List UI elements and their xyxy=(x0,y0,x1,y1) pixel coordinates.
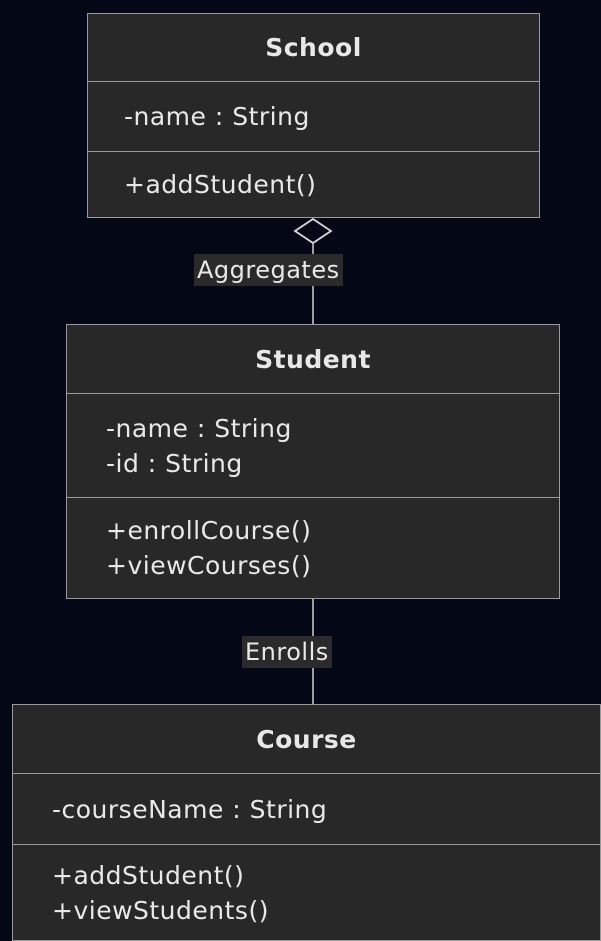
relation-label-enrolls: Enrolls xyxy=(242,636,332,668)
class-school[interactable]: School -name : String +addStudent() xyxy=(87,13,540,218)
attribute-item: -id : String xyxy=(106,448,243,478)
class-student-title: Student xyxy=(67,325,559,394)
attribute-item: -courseName : String xyxy=(52,794,328,824)
method-item: +addStudent() xyxy=(52,860,245,890)
attribute-item: -name : String xyxy=(124,102,310,131)
method-item: +viewCourses() xyxy=(106,551,312,580)
class-school-methods: +addStudent() xyxy=(88,151,539,217)
class-school-attributes: -name : String xyxy=(88,82,539,151)
method-item: +enrollCourse() xyxy=(106,516,312,545)
relation-label-aggregates: Aggregates xyxy=(194,254,343,286)
class-student[interactable]: Student -name : String -id : String +enr… xyxy=(66,324,560,599)
aggregation-diamond xyxy=(293,217,333,245)
class-diagram: School -name : String +addStudent() Aggr… xyxy=(0,0,601,941)
class-course[interactable]: Course -courseName : String +addStudent(… xyxy=(12,704,601,941)
class-course-attributes: -courseName : String xyxy=(13,774,600,844)
class-student-attributes: -name : String -id : String xyxy=(67,394,559,497)
method-item: +addStudent() xyxy=(124,170,317,199)
method-item: +viewStudents() xyxy=(52,895,269,925)
class-student-methods: +enrollCourse() +viewCourses() xyxy=(67,497,559,598)
attribute-item: -name : String xyxy=(106,413,292,443)
class-school-title: School xyxy=(88,14,539,82)
class-course-methods: +addStudent() +viewStudents() xyxy=(13,844,600,940)
class-course-title: Course xyxy=(13,705,600,774)
